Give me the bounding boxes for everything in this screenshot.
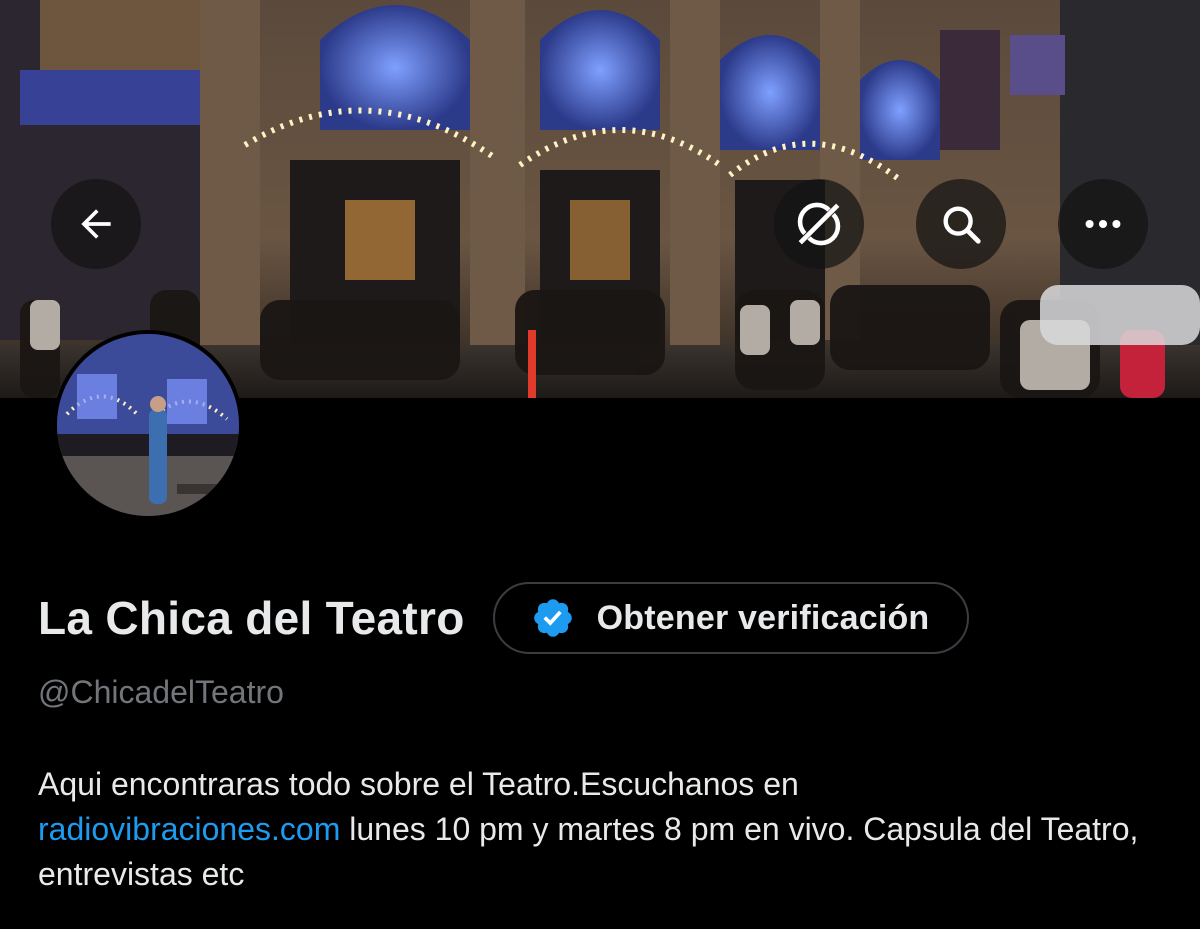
profile-bio: Aqui encontraras todo sobre el Teatro.Es… (38, 762, 1158, 897)
bio-text-prefix: Aqui encontraras todo sobre el Teatro.Es… (38, 766, 799, 802)
arrow-left-icon (81, 209, 111, 239)
search-icon (943, 206, 981, 244)
back-button[interactable] (51, 179, 141, 269)
grok-slash-icon (797, 202, 841, 246)
profile-handle: @ChicadelTeatro (38, 674, 284, 710)
verified-badge-icon (531, 596, 575, 640)
get-verified-label: Obtener verificación (596, 598, 930, 637)
avatar-photo (57, 334, 239, 516)
grok-button[interactable] (774, 179, 864, 269)
profile-display-name: La Chica del Teatro (38, 592, 465, 644)
profile-page: La Chica del Teatro Obtener verificación… (0, 0, 1200, 929)
search-button[interactable] (916, 179, 1006, 269)
bio-website-link[interactable]: radiovibraciones.com (38, 811, 340, 847)
get-verified-button[interactable]: Obtener verificación (492, 582, 970, 654)
more-options-button[interactable] (1058, 179, 1148, 269)
more-dots-icon (1085, 219, 1121, 229)
profile-avatar[interactable] (53, 330, 243, 520)
profile-name-row: La Chica del Teatro Obtener verificación (38, 580, 970, 656)
